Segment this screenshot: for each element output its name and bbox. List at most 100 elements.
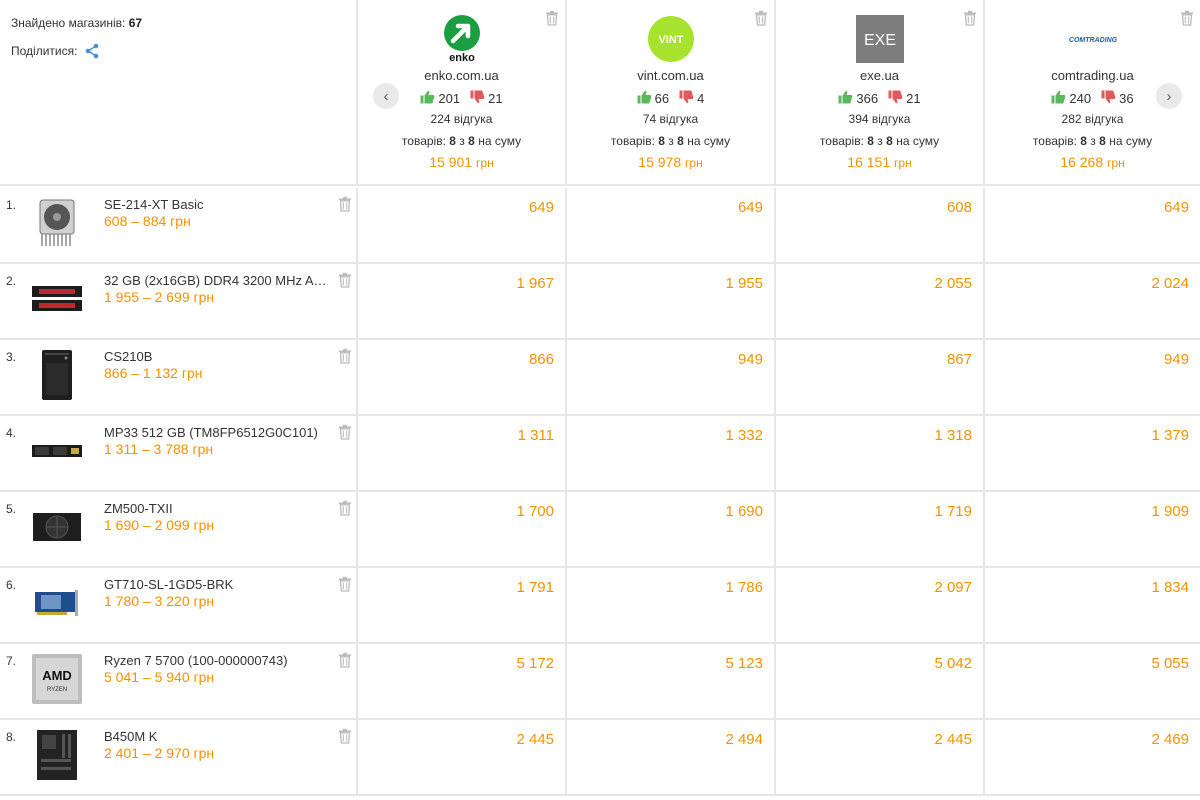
- next-stores-button[interactable]: ›: [1156, 83, 1182, 109]
- thumbs-down-icon: [679, 90, 694, 107]
- trash-icon[interactable]: [338, 272, 352, 288]
- reviews-count[interactable]: 394 відгука: [776, 112, 983, 126]
- offer-price[interactable]: 2 469: [1151, 731, 1189, 748]
- price-cell: 1 909: [985, 492, 1200, 568]
- store-name[interactable]: comtrading.ua: [985, 68, 1200, 83]
- thumbs-up-icon: [838, 90, 853, 107]
- motherboard-image[interactable]: [30, 728, 84, 782]
- chevron-right-icon: ›: [1166, 87, 1172, 105]
- goods-label: товарів:: [610, 134, 655, 148]
- trash-icon[interactable]: [338, 196, 352, 212]
- offer-price[interactable]: 649: [1164, 199, 1189, 216]
- row-number: 8.: [6, 730, 17, 744]
- product-row: 1. SE-214-XT Basic 608 – 884 грн: [0, 188, 358, 264]
- product-name[interactable]: GT710-SL-1GD5-BRK: [104, 577, 332, 592]
- offer-price[interactable]: 1 311: [518, 427, 554, 444]
- exe-logo[interactable]: EXE: [855, 14, 905, 64]
- offer-price[interactable]: 2 097: [934, 579, 972, 596]
- offer-price[interactable]: 867: [947, 351, 972, 368]
- reviews-count[interactable]: 282 відгука: [985, 112, 1200, 126]
- offer-price[interactable]: 1 700: [516, 503, 554, 520]
- store-total[interactable]: 15 901 грн: [358, 154, 565, 170]
- price-cell: 2 445: [776, 720, 985, 796]
- offer-price[interactable]: 5 055: [1151, 655, 1189, 672]
- goods-summary: товарів: 8 з 8 на суму: [358, 134, 565, 148]
- psu-image[interactable]: [30, 500, 84, 554]
- ram-image[interactable]: [30, 272, 84, 326]
- offer-price[interactable]: 649: [529, 199, 554, 216]
- offer-price[interactable]: 2 055: [934, 275, 972, 292]
- offer-price[interactable]: 2 445: [516, 731, 554, 748]
- product-name[interactable]: 32 GB (2x16GB) DDR4 3200 MHz Aegis: [104, 273, 332, 288]
- trash-icon[interactable]: [963, 10, 977, 26]
- trash-icon[interactable]: [545, 10, 559, 26]
- trash-icon[interactable]: [338, 728, 352, 744]
- offer-price[interactable]: 1 318: [934, 427, 972, 444]
- svg-text:RYZEN: RYZEN: [47, 687, 67, 693]
- trash-icon[interactable]: [338, 652, 352, 668]
- offer-price[interactable]: 649: [738, 199, 763, 216]
- product-row: 4. MP33 512 GB (TM8FP6512G0C101) 1 311 – 3…: [0, 416, 358, 492]
- vint-logo[interactable]: VINT: [646, 14, 696, 64]
- product-name[interactable]: MP33 512 GB (TM8FP6512G0C101): [104, 425, 332, 440]
- product-name[interactable]: SE-214-XT Basic: [104, 197, 332, 212]
- store-total[interactable]: 16 268 грн: [985, 154, 1200, 170]
- product-name[interactable]: ZM500-TXII: [104, 501, 332, 516]
- store-name[interactable]: enko.com.ua: [358, 68, 565, 83]
- store-total[interactable]: 15 978 грн: [567, 154, 774, 170]
- pc-case-image[interactable]: [30, 348, 84, 402]
- offer-price[interactable]: 5 123: [725, 655, 763, 672]
- offer-price[interactable]: 1 967: [516, 275, 554, 292]
- thumbs-down-icon: [470, 90, 485, 107]
- offer-price[interactable]: 866: [529, 351, 554, 368]
- offer-price[interactable]: 1 909: [1151, 503, 1189, 520]
- comtrading-logo[interactable]: COMTRADING: [1068, 14, 1118, 64]
- offer-price[interactable]: 5 172: [516, 655, 554, 672]
- product-price-range: 1 780 – 3 220 грн: [104, 593, 215, 609]
- price-cell: 1 834: [985, 568, 1200, 644]
- store-total[interactable]: 16 151 грн: [776, 154, 983, 170]
- offer-price[interactable]: 608: [947, 199, 972, 216]
- row-number: 6.: [6, 578, 17, 592]
- offer-price[interactable]: 1 379: [1151, 427, 1189, 444]
- trash-icon[interactable]: [338, 424, 352, 440]
- offer-price[interactable]: 1 834: [1151, 579, 1189, 596]
- amd-cpu-image[interactable]: AMD RYZEN: [30, 652, 84, 706]
- row-number: 7.: [6, 654, 17, 668]
- trash-icon[interactable]: [1180, 10, 1194, 26]
- offer-price[interactable]: 5 042: [934, 655, 972, 672]
- offer-price[interactable]: 1 791: [516, 579, 554, 596]
- product-price-range: 866 – 1 132 грн: [104, 365, 203, 381]
- offer-price[interactable]: 949: [1164, 351, 1189, 368]
- offer-price[interactable]: 1 690: [725, 503, 763, 520]
- offer-price[interactable]: 949: [738, 351, 763, 368]
- store-name[interactable]: exe.ua: [776, 68, 983, 83]
- offer-price[interactable]: 2 494: [725, 731, 763, 748]
- offer-price[interactable]: 1 332: [725, 427, 763, 444]
- price-cell: 1 690: [567, 492, 776, 568]
- product-name[interactable]: Ryzen 7 5700 (100-000000743): [104, 653, 332, 668]
- product-name[interactable]: B450M K: [104, 729, 332, 744]
- enko-logo[interactable]: enko: [437, 14, 487, 64]
- offer-price[interactable]: 2 024: [1151, 275, 1189, 292]
- trash-icon[interactable]: [338, 576, 352, 592]
- share-icon[interactable]: [84, 43, 100, 59]
- trash-icon[interactable]: [338, 500, 352, 516]
- store-name[interactable]: vint.com.ua: [567, 68, 774, 83]
- row-number: 3.: [6, 350, 17, 364]
- cpu-cooler-image[interactable]: [30, 196, 84, 250]
- offer-price[interactable]: 1 719: [934, 503, 972, 520]
- ssd-image[interactable]: [30, 424, 84, 478]
- offer-price[interactable]: 2 445: [934, 731, 972, 748]
- offer-price[interactable]: 1 786: [725, 579, 763, 596]
- offer-price[interactable]: 1 955: [725, 275, 763, 292]
- stores-found-label: Знайдено магазинів:: [11, 16, 126, 30]
- gpu-image[interactable]: [30, 576, 84, 630]
- reviews-count[interactable]: 74 відгука: [567, 112, 774, 126]
- reviews-count[interactable]: 224 відгука: [358, 112, 565, 126]
- price-cell: 866: [358, 340, 567, 416]
- trash-icon[interactable]: [754, 10, 768, 26]
- prev-stores-button[interactable]: ‹: [373, 83, 399, 109]
- product-name[interactable]: CS210B: [104, 349, 332, 364]
- trash-icon[interactable]: [338, 348, 352, 364]
